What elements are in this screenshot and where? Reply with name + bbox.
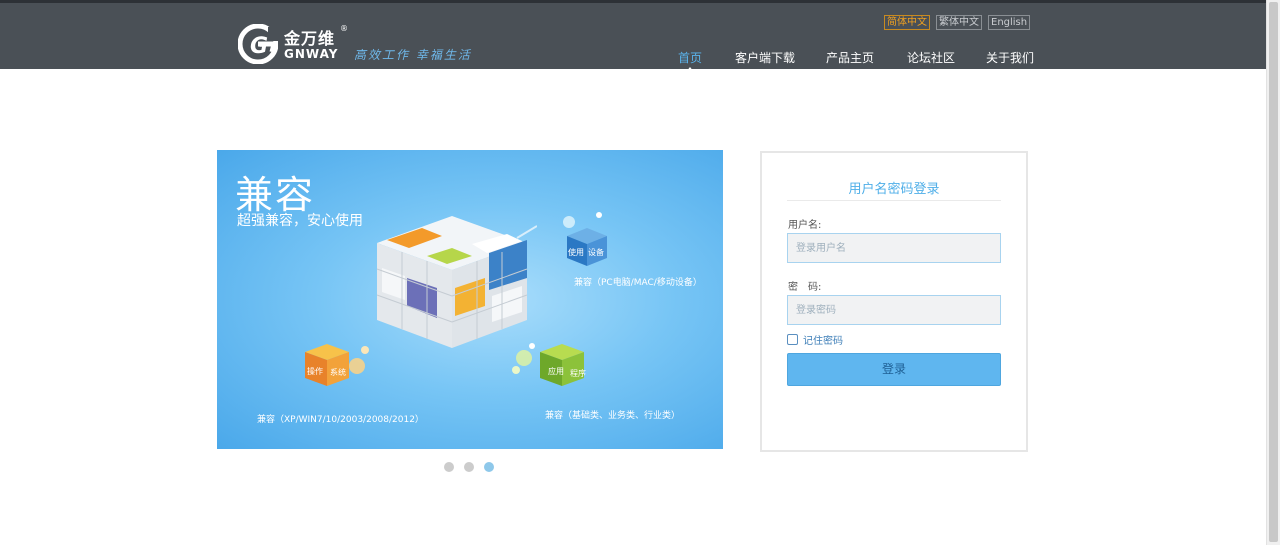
nav-product-home[interactable]: 产品主页 [826, 49, 874, 66]
os-caption: 兼容（XP/WIN7/10/2003/2008/2012） [257, 415, 424, 425]
lang-simplified-chinese[interactable]: 简体中文 [884, 15, 930, 30]
os-cube-label-1: 操作 [307, 367, 323, 376]
brand-name-cn: 金万维 [284, 29, 336, 48]
brand-logo[interactable]: G 金万维 ® GNWAY 高效工作 幸福生活 [238, 24, 478, 68]
banner-subtitle: 超强兼容，安心使用 [237, 213, 363, 229]
devices-cube-icon [563, 212, 607, 266]
carousel-dot-2[interactable] [464, 462, 474, 472]
registered-mark: ® [340, 24, 348, 33]
login-button[interactable]: 登录 [787, 353, 1001, 386]
apps-cube-label-2: 程序 [570, 369, 586, 378]
username-label: 用户名: [788, 220, 822, 231]
top-header: G 金万维 ® GNWAY 高效工作 幸福生活 简体中文 繁体中文 Englis… [0, 0, 1266, 72]
nav-about-us[interactable]: 关于我们 [986, 49, 1034, 66]
devices-caption: 兼容（PC电脑/MAC/移动设备） [574, 278, 702, 288]
gnway-g-logo-icon: G [238, 24, 278, 64]
login-title: 用户名密码登录 [848, 182, 940, 197]
devices-cube-label-2: 设备 [588, 248, 604, 257]
scrollbar-thumb[interactable] [1269, 2, 1278, 542]
remember-password-label[interactable]: 记住密码 [803, 332, 843, 347]
svg-text:G: G [250, 34, 268, 59]
brand-name-en: GNWAY [284, 47, 339, 61]
os-cube-label-2: 系统 [330, 368, 346, 377]
password-label: 密 码: [788, 282, 822, 293]
apps-caption: 兼容（基础类、业务类、行业类） [545, 411, 681, 421]
vertical-scrollbar[interactable] [1266, 0, 1280, 545]
lang-traditional-chinese[interactable]: 繁体中文 [936, 15, 982, 30]
lang-english[interactable]: English [988, 15, 1031, 30]
remember-password-checkbox[interactable] [787, 334, 798, 345]
nav-forum[interactable]: 论坛社区 [907, 49, 955, 66]
apps-cube-label-1: 应用 [548, 367, 564, 376]
username-input[interactable] [787, 233, 1001, 263]
brand-slogan: 高效工作 幸福生活 [354, 48, 472, 62]
rubik-cube-illustration-icon [376, 216, 537, 348]
carousel-dot-1[interactable] [444, 462, 454, 472]
carousel-dot-3[interactable] [484, 462, 494, 472]
login-divider [787, 200, 1001, 201]
login-panel: 用户名密码登录 用户名: 密 码: 记住密码 登录 [760, 151, 1028, 452]
banner-slide[interactable]: 兼容 超强兼容，安心使用 使用 设备 兼容（PC电脑/MAC/移动设备） 操作 … [217, 150, 723, 449]
devices-cube-label-1: 使用 [568, 248, 584, 257]
remember-password-option[interactable]: 记住密码 [787, 332, 843, 347]
nav-client-download[interactable]: 客户端下载 [735, 49, 795, 66]
password-input[interactable] [787, 295, 1001, 325]
nav-active-caret-icon [686, 67, 694, 72]
nav-home[interactable]: 首页 [678, 49, 702, 66]
